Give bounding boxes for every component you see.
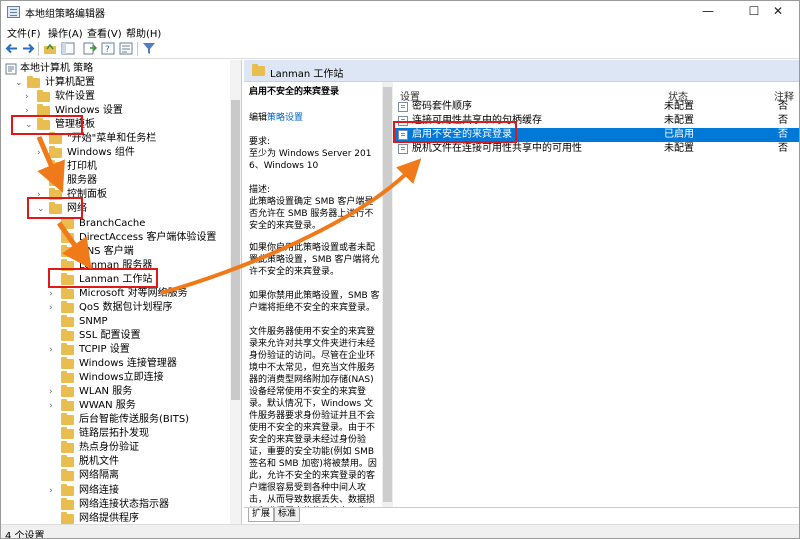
guide-arrow <box>56 221 92 270</box>
guide-arrow <box>36 136 65 193</box>
annotation-arrows <box>36 136 422 295</box>
policy-editor-window: 本地组策略编辑器 — ☐ ✕ 文件(F) 操作(A) 查看(V) 帮助(H) ?… <box>0 0 800 539</box>
guide-arrow <box>160 158 422 295</box>
